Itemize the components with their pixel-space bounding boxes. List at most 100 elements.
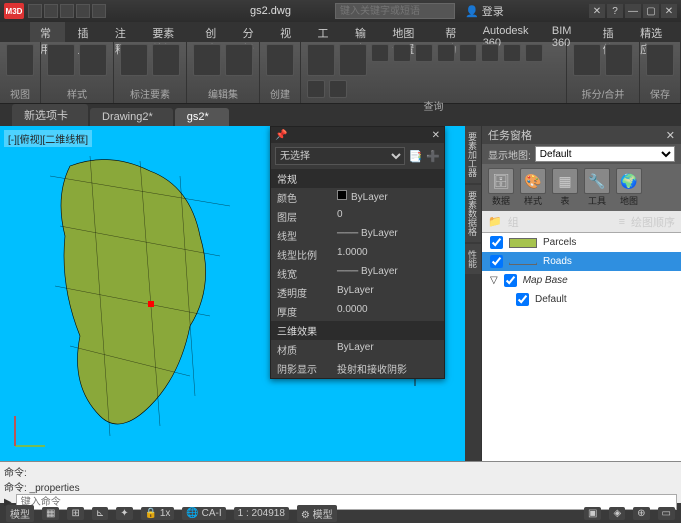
ribbon-tab-feature-edit[interactable]: 要素编辑 [142,22,193,42]
zoom-extents-button[interactable] [6,44,34,76]
palette-tab[interactable]: 要素加工器 [465,126,481,183]
save-button[interactable] [646,44,674,76]
tools-button[interactable]: 🔧 [584,168,610,194]
table-button[interactable]: ▦ [552,168,578,194]
ribbon-tab-tools[interactable]: 工具 [308,22,343,42]
command-window[interactable]: 命令: 命令: _properties ▶ [0,461,681,503]
ribbon-tab-view[interactable]: 视图 [270,22,305,42]
split-button[interactable] [573,44,601,76]
layer-row-selected[interactable]: Roads [482,252,681,271]
label-to-text-button[interactable] [120,44,148,76]
ribbon-tab-output[interactable]: 输出 [345,22,380,42]
layer-visible-checkbox[interactable] [504,274,517,287]
prop-value-shadow[interactable]: 投射和接收阴影 [337,361,438,376]
prop-value-material[interactable]: ByLayer [337,342,438,357]
palette-pin-icon[interactable]: 📌 [275,130,287,141]
palette-tab[interactable]: 性能 [465,244,481,274]
tool-icon[interactable] [415,44,433,62]
prop-value-lineweight[interactable]: ─── ByLayer [337,266,438,281]
data-button[interactable]: 🗄 [488,168,514,194]
pickadd-icon[interactable]: ➕ [426,150,440,163]
tool-icon[interactable] [329,80,347,98]
new-feature-button[interactable] [266,44,294,76]
status-icon[interactable]: ◈ [609,507,625,520]
doc-tab-active[interactable]: gs2* [175,108,229,126]
layer-row[interactable]: Default [482,290,681,309]
ortho-toggle[interactable]: ⊾ [92,507,108,520]
ribbon-tab-annotate[interactable]: 注释 [105,22,140,42]
ribbon-tab-bim360[interactable]: BIM 360 [542,22,591,42]
qat-redo-icon[interactable] [92,4,106,18]
qat-undo-icon[interactable] [76,4,90,18]
ribbon-tab-featured[interactable]: 精选应用 [630,22,681,42]
polar-toggle[interactable]: ✦ [116,507,132,520]
group-icon[interactable]: 📁 [488,215,502,228]
doc-tab[interactable]: 新选项卡 [12,104,88,126]
tool-icon[interactable] [459,44,477,62]
ribbon-tab-create[interactable]: 创建 [195,22,230,42]
style-editor-button[interactable] [79,44,107,76]
model-tab[interactable]: 模型 [6,505,34,522]
drawing-scale[interactable]: 1 : 204918 [234,507,289,520]
map-selector[interactable]: Default [535,146,675,162]
layer-visible-checkbox[interactable] [490,236,503,249]
ribbon-tab-insert[interactable]: 插入 [67,22,102,42]
tool-icon[interactable] [525,44,543,62]
tool-icon[interactable] [393,44,411,62]
map-button[interactable]: 🌍 [616,168,642,194]
tool-icon[interactable] [437,44,455,62]
ribbon-tab-help[interactable]: 帮助 [435,22,470,42]
drawing-canvas[interactable]: [-][俯视][二维线框] 📌 ✕ 无选择 [0,126,465,461]
status-icon[interactable]: ⊕ [633,507,649,520]
ribbon-tab-a360[interactable]: Autodesk 360 [473,22,540,42]
ribbon-tab-home[interactable]: 常用 [30,22,65,42]
layer-row[interactable]: Parcels [482,233,681,252]
style-button[interactable]: 🎨 [520,168,546,194]
help-icon[interactable]: ? [607,4,623,18]
language-toggle[interactable]: 🌐 CA-I [182,507,225,520]
checkin-button[interactable] [225,44,253,76]
exchange-icon[interactable]: ✕ [589,4,605,18]
prop-value-linetype[interactable]: ─── ByLayer [337,228,438,243]
prop-value-thickness[interactable]: 0.0000 [337,304,438,319]
annot-scale[interactable]: 🔒 1x [141,507,175,520]
prop-value-layer[interactable]: 0 [337,209,438,224]
minimize-button[interactable]: — [625,4,641,18]
viewport-label[interactable]: [-][俯视][二维线框] [4,130,92,147]
draw-order-icon[interactable]: ≡ [619,216,625,228]
status-icon[interactable]: ▣ [584,507,601,520]
layer-row[interactable]: ▽ Map Base [482,271,681,290]
table-button[interactable] [47,44,75,76]
grid-toggle[interactable]: ▦ [42,507,59,520]
qat-save-icon[interactable] [60,4,74,18]
tool-icon[interactable] [371,44,389,62]
workspace-toggle[interactable]: ⚙ 模型 [297,505,337,522]
relate-button[interactable] [307,44,335,76]
doc-tab[interactable]: Drawing2* [90,108,173,126]
layer-visible-checkbox[interactable] [490,255,503,268]
close-button[interactable]: ✕ [661,4,677,18]
label-button[interactable] [152,44,180,76]
expand-icon[interactable]: ▽ [490,275,498,286]
clean-screen-toggle[interactable]: ▭ [658,507,675,520]
tool-icon[interactable] [481,44,499,62]
calculate-button[interactable] [339,44,367,76]
qat-open-icon[interactable] [44,4,58,18]
prop-value-color[interactable]: ByLayer [337,190,438,205]
tool-icon[interactable] [503,44,521,62]
ribbon-tab-analyze[interactable]: 分析 [233,22,268,42]
ribbon-tab-map-setup[interactable]: 地图设置 [382,22,433,42]
palette-close-icon[interactable]: ✕ [432,130,440,141]
merge-button[interactable] [605,44,633,76]
properties-palette[interactable]: 📌 ✕ 无选择 📑 ➕ 常规 颜色ByLayer 图层0 线型─── ByLay… [270,126,445,379]
palette-tab[interactable]: 要素数据格 [465,185,481,242]
layer-visible-checkbox[interactable] [516,293,529,306]
ribbon-tab-addins[interactable]: 插件 [593,22,628,42]
checkout-button[interactable] [193,44,221,76]
prop-value-ltscale[interactable]: 1.0000 [337,247,438,262]
taskpane-close-icon[interactable]: ✕ [666,129,675,142]
prop-value-transparency[interactable]: ByLayer [337,285,438,300]
quickselect-icon[interactable]: 📑 [409,150,423,163]
help-search-input[interactable] [335,3,455,19]
selection-dropdown[interactable]: 无选择 [275,147,405,165]
